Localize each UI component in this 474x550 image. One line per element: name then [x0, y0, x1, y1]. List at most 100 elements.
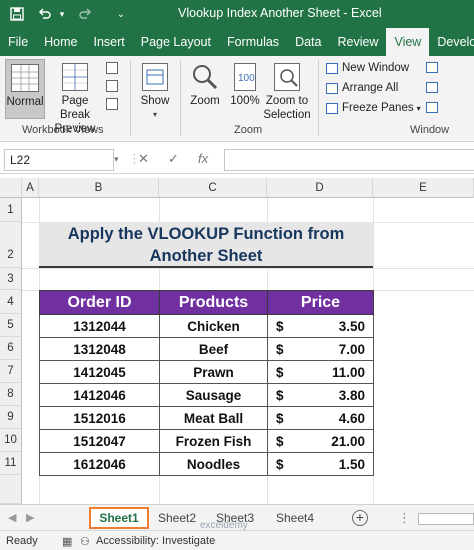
name-box-dropdown-icon[interactable]: ▾: [114, 154, 119, 165]
next-sheet-icon[interactable]: ▶: [26, 511, 34, 524]
order-id-cell[interactable]: 1512016: [39, 406, 160, 430]
row-header-4[interactable]: 4: [0, 290, 22, 314]
row-header-2[interactable]: 2: [0, 222, 22, 268]
save-icon[interactable]: [6, 3, 28, 25]
products-header[interactable]: Products: [159, 290, 268, 315]
currency-symbol: $: [276, 434, 284, 449]
customize-quick-access-icon[interactable]: ⌄: [110, 3, 132, 25]
price-amount: 1.50: [338, 457, 365, 472]
sheet-tab-sheet2[interactable]: Sheet2: [154, 507, 200, 529]
order-id-cell[interactable]: 1412045: [39, 360, 160, 384]
tab-home[interactable]: Home: [36, 28, 85, 56]
order-id-cell[interactable]: 1512047: [39, 429, 160, 453]
column-header-b[interactable]: B: [39, 178, 159, 198]
product-cell[interactable]: Frozen Fish: [159, 429, 268, 453]
product-cell[interactable]: Chicken: [159, 314, 268, 338]
row-header-3[interactable]: 3: [0, 268, 22, 290]
order-id-cell[interactable]: 1412046: [39, 383, 160, 407]
zoom-button[interactable]: Zoom: [186, 59, 224, 119]
name-box[interactable]: L22: [4, 149, 114, 171]
product-cell[interactable]: Meat Ball: [159, 406, 268, 430]
add-sheet-button[interactable]: +: [352, 510, 368, 526]
formula-bar: L22 ▾ ⋮ ✕ ✓ fx: [0, 146, 474, 174]
price-header[interactable]: Price: [267, 290, 374, 315]
zoom-to-selection-button[interactable]: Zoom to Selection: [262, 59, 312, 121]
select-all-corner[interactable]: [0, 178, 22, 198]
order-id-header[interactable]: Order ID: [39, 290, 160, 315]
arrange-all-icon: [326, 82, 338, 94]
tab-formulas[interactable]: Formulas: [219, 28, 287, 56]
row-header-12[interactable]: [0, 475, 22, 504]
row-header-5[interactable]: 5: [0, 314, 22, 337]
normal-view-button[interactable]: Normal: [5, 59, 45, 119]
cancel-icon[interactable]: ✕: [138, 151, 149, 167]
new-window-label: New Window: [342, 62, 410, 74]
tab-page-layout[interactable]: Page Layout: [133, 28, 219, 56]
prev-sheet-icon[interactable]: ◀: [8, 511, 16, 524]
product-cell[interactable]: Sausage: [159, 383, 268, 407]
new-window-button[interactable]: New Window: [326, 62, 409, 74]
undo-icon[interactable]: [34, 3, 56, 25]
zoom-100-button[interactable]: 100 100%: [228, 59, 262, 119]
column-header-a[interactable]: A: [22, 178, 39, 198]
tab-insert[interactable]: Insert: [86, 28, 133, 56]
undo-dropdown-icon[interactable]: ▾: [56, 3, 68, 25]
row-header-7[interactable]: 7: [0, 360, 22, 383]
tab-file[interactable]: File: [0, 28, 36, 56]
status-ready: Ready: [6, 535, 38, 547]
freeze-panes-label: Freeze Panes: [342, 102, 414, 114]
freeze-panes-button[interactable]: Freeze Panes ▾: [326, 102, 421, 114]
row-header-8[interactable]: 8: [0, 383, 22, 406]
arrange-all-button[interactable]: Arrange All: [326, 82, 398, 94]
worksheet-grid[interactable]: A B C D E 1 2 3 4 5 6 7 8 9 10 11 Apply …: [0, 178, 474, 504]
price-cell[interactable]: $1.50: [267, 452, 374, 476]
redo-icon[interactable]: [74, 3, 96, 25]
sheet-tab-sheet4[interactable]: Sheet4: [272, 507, 318, 529]
price-cell[interactable]: $21.00: [267, 429, 374, 453]
insert-function-icon[interactable]: fx: [198, 151, 208, 166]
order-id-cell[interactable]: 1312048: [39, 337, 160, 361]
product-cell[interactable]: Prawn: [159, 360, 268, 384]
enter-icon[interactable]: ✓: [168, 151, 179, 167]
page-layout-view-icon[interactable]: [106, 62, 120, 110]
zoom-to-selection-label-1: Zoom to: [265, 95, 309, 107]
formula-input[interactable]: [224, 149, 474, 171]
price-cell[interactable]: $7.00: [267, 337, 374, 361]
split-button[interactable]: [426, 62, 442, 73]
tab-developer[interactable]: Developer: [429, 28, 474, 56]
row-header-9[interactable]: 9: [0, 406, 22, 429]
row-header-11[interactable]: 11: [0, 452, 22, 475]
workbook-views-group-label: Workbook Views: [22, 124, 104, 136]
horizontal-scrollbar[interactable]: [418, 513, 474, 525]
sheet-tab-sheet1[interactable]: Sheet1: [89, 507, 149, 529]
row-header-1[interactable]: 1: [0, 198, 22, 222]
unhide-button[interactable]: [426, 102, 442, 113]
product-cell[interactable]: Noodles: [159, 452, 268, 476]
price-amount: 21.00: [331, 434, 365, 449]
sheet-title[interactable]: Apply the VLOOKUP Function from Another …: [39, 222, 373, 268]
tab-view[interactable]: View: [386, 28, 430, 56]
accessibility-icon: ⚇: [80, 536, 90, 548]
row-header-6[interactable]: 6: [0, 337, 22, 360]
column-header-c[interactable]: C: [159, 178, 267, 198]
row-header-10[interactable]: 10: [0, 429, 22, 452]
show-button[interactable]: Show ▾: [136, 59, 174, 119]
product-cell[interactable]: Beef: [159, 337, 268, 361]
accessibility-status[interactable]: Accessibility: Investigate: [96, 535, 215, 547]
price-cell[interactable]: $3.80: [267, 383, 374, 407]
column-header-d[interactable]: D: [267, 178, 373, 198]
price-cell[interactable]: $4.60: [267, 406, 374, 430]
tab-data[interactable]: Data: [287, 28, 329, 56]
column-header-e[interactable]: E: [373, 178, 474, 198]
price-cell[interactable]: $11.00: [267, 360, 374, 384]
tab-split-handle[interactable]: ⋮: [398, 510, 411, 526]
page-break-preview-button[interactable]: Page Break Preview: [46, 59, 104, 135]
window-group-label: Window: [410, 124, 450, 136]
macro-record-icon[interactable]: ▦: [62, 535, 72, 548]
price-cell[interactable]: $3.50: [267, 314, 374, 338]
order-id-cell[interactable]: 1612046: [39, 452, 160, 476]
order-id-cell[interactable]: 1312044: [39, 314, 160, 338]
data-table: Order ID Products Price 1312044 Chicken $3…: [39, 290, 374, 476]
hide-button[interactable]: [426, 82, 442, 93]
tab-review[interactable]: Review: [329, 28, 386, 56]
